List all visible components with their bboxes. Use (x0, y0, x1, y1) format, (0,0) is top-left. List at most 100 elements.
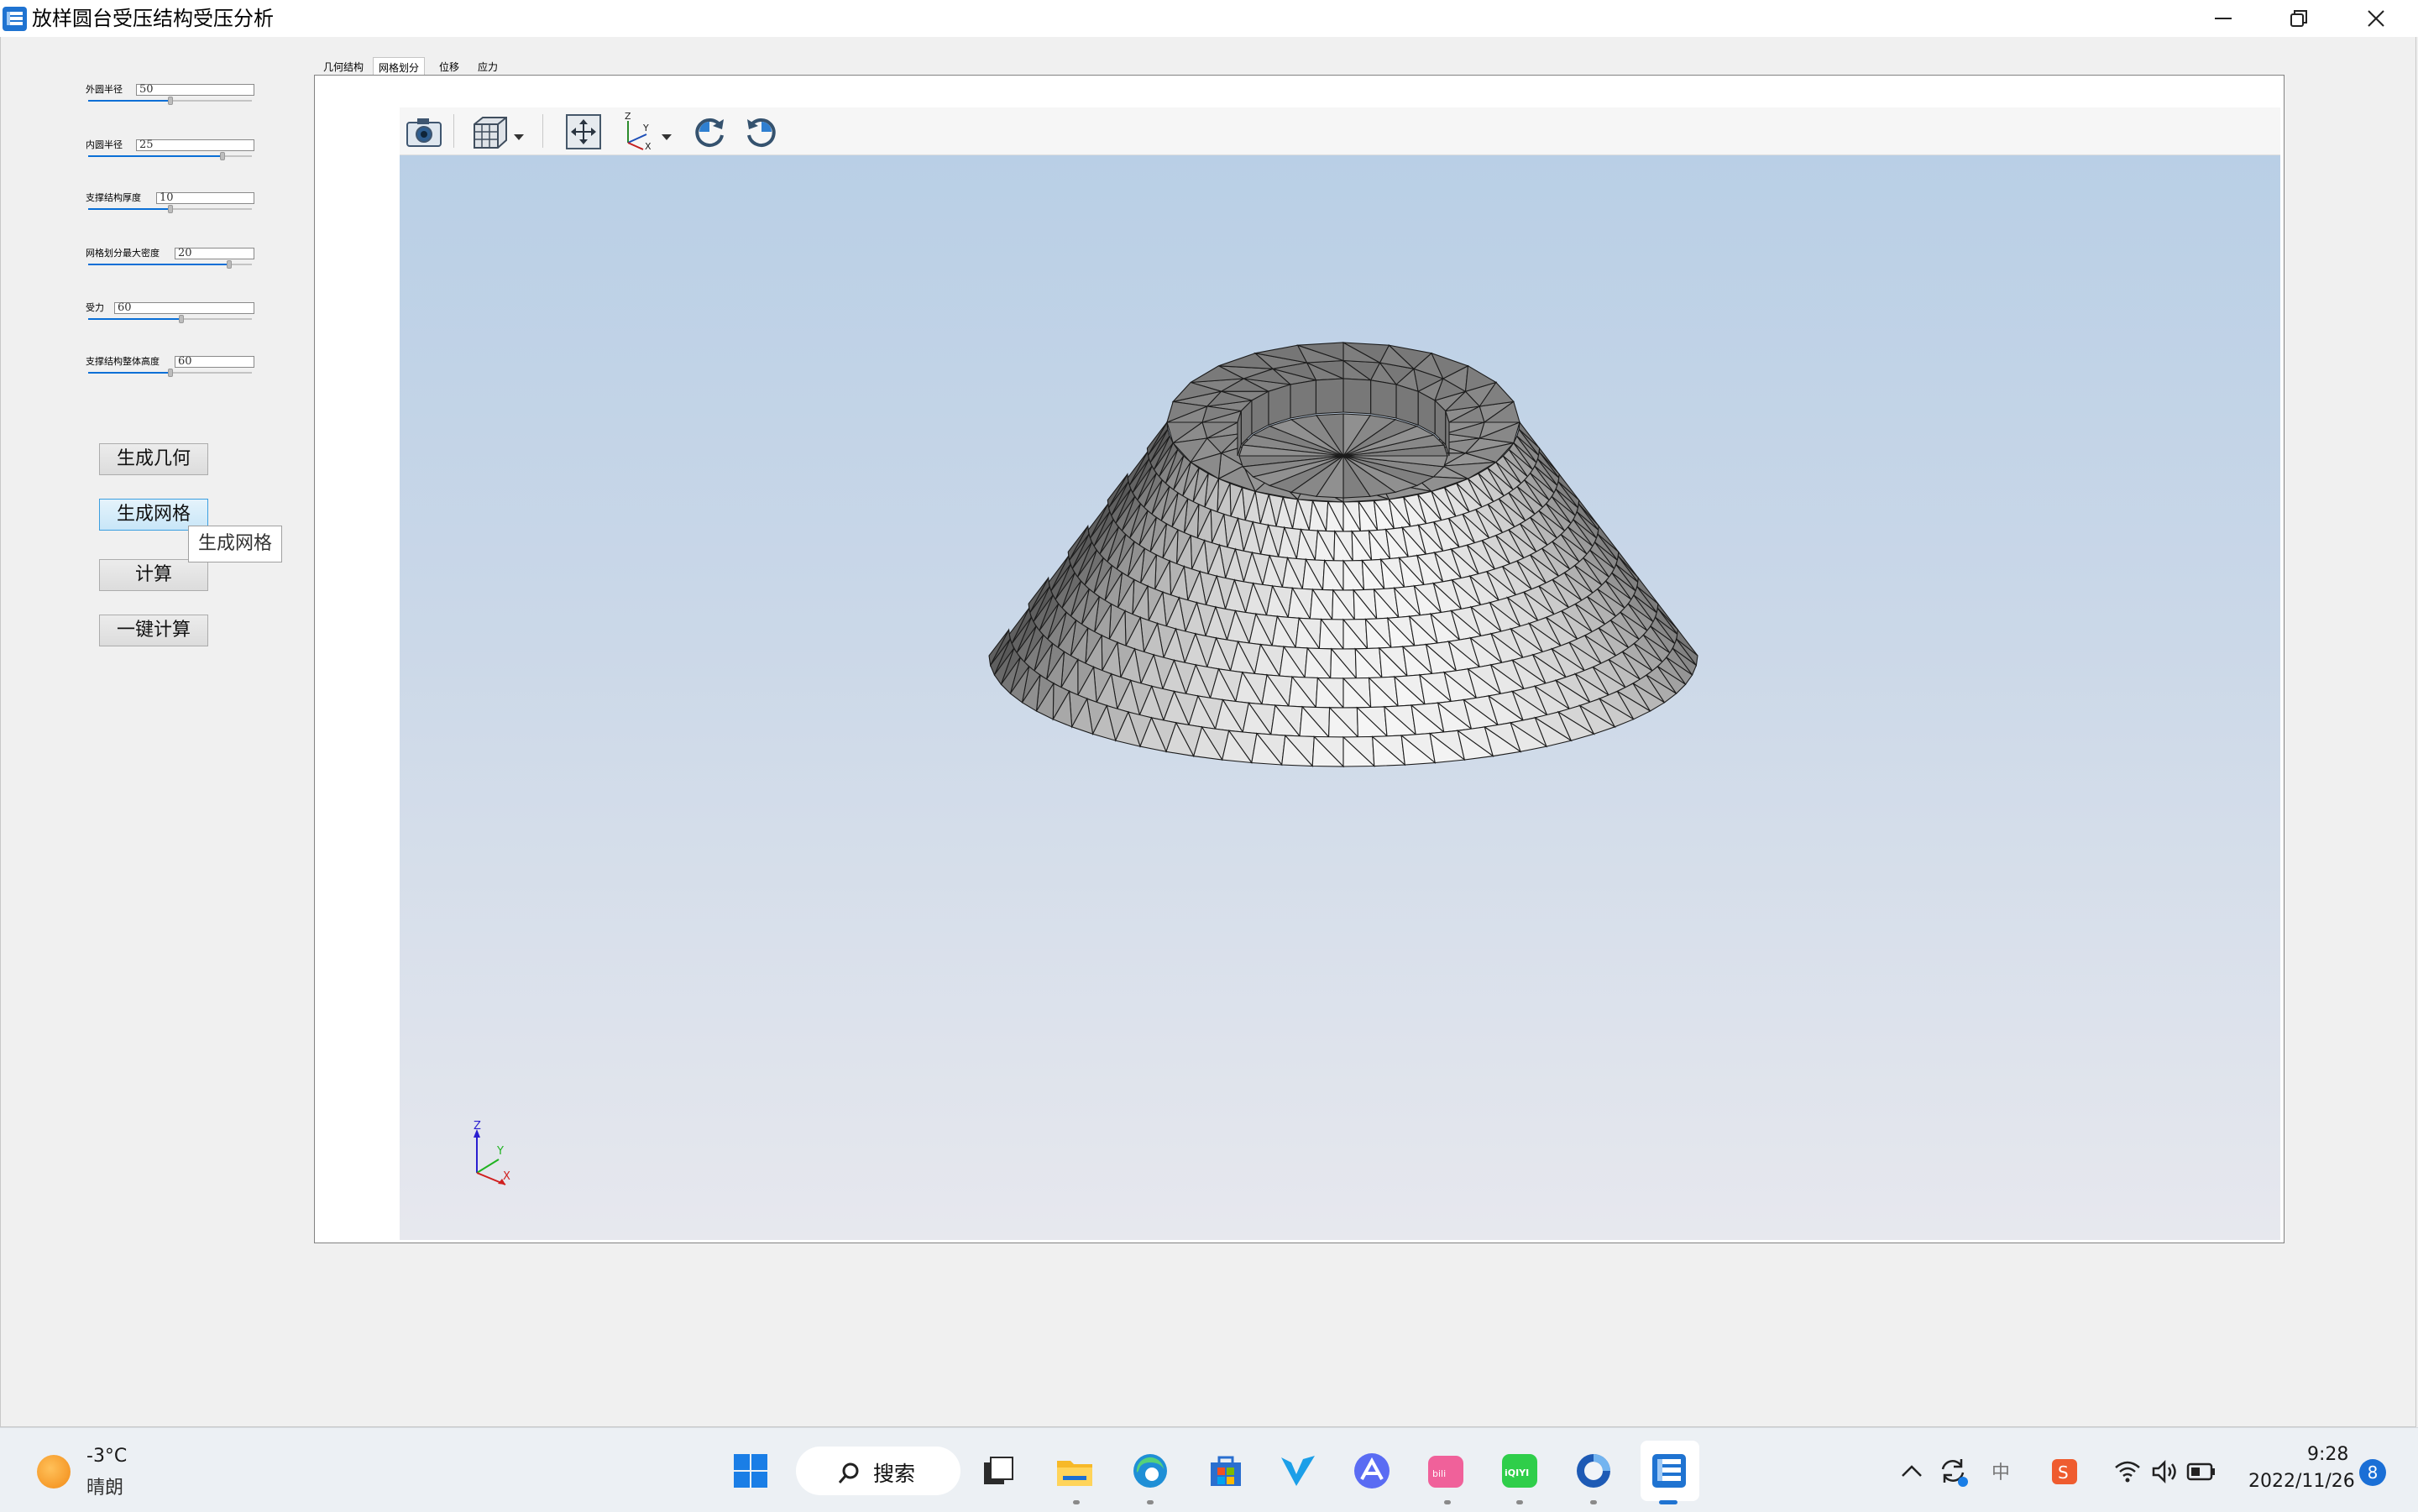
task-view-icon[interactable] (979, 1451, 1019, 1491)
tab-mesh[interactable]: 网格划分 (373, 57, 425, 76)
active-indicator (1659, 1500, 1677, 1504)
hole-wall (1268, 384, 1291, 426)
slider-fill (88, 208, 170, 210)
mesh-density-slider[interactable] (88, 260, 252, 269)
support-thickness-slider[interactable] (88, 205, 252, 213)
rotate-cw-icon (695, 118, 724, 147)
hole-wall (1342, 378, 1372, 415)
chevron-up-icon[interactable] (1899, 1459, 1924, 1484)
running-indicator (1444, 1500, 1451, 1504)
axis-triad: Z Y X (474, 1120, 510, 1185)
param-support-height: 支撑结构整体高度 60 (86, 356, 254, 381)
edge-browser-icon[interactable] (1130, 1451, 1170, 1491)
mesh-viewport[interactable]: Z Y X (400, 155, 2280, 1240)
close-icon (2368, 10, 2384, 27)
slider-thumb[interactable] (226, 260, 232, 269)
weather-sun-icon[interactable] (37, 1455, 71, 1488)
rotate-ccw-button[interactable] (742, 112, 781, 151)
svg-text:S: S (2058, 1462, 2069, 1483)
title-bar: 放样圆台受压结构受压分析 (0, 0, 2418, 37)
running-indicator (1073, 1500, 1080, 1504)
volume-icon[interactable] (2151, 1459, 2178, 1484)
param-label: 支撑结构整体高度 (86, 356, 160, 367)
view-cube-icon (474, 117, 507, 149)
view-toolbar: Z Y X (400, 107, 2280, 155)
close-button[interactable] (2339, 0, 2413, 37)
compute-button[interactable]: 计算 (99, 559, 208, 591)
view-cube-dropdown[interactable] (470, 112, 529, 151)
toolbar-separator (453, 114, 454, 148)
minimize-button[interactable] (2186, 0, 2260, 37)
slider-thumb[interactable] (167, 205, 173, 213)
slider-thumb[interactable] (219, 152, 225, 160)
support-height-input[interactable]: 60 (175, 356, 254, 368)
axis-z-label: Z (474, 1120, 481, 1133)
hole-wall (1315, 378, 1344, 415)
force-slider[interactable] (88, 315, 252, 323)
browser-app-icon[interactable] (1573, 1451, 1614, 1491)
slider-fill (88, 372, 170, 374)
outer-radius-input[interactable]: 50 (136, 84, 254, 96)
tooltip: 生成网格 (188, 526, 282, 562)
inner-radius-input[interactable]: 25 (136, 139, 254, 151)
clock-time[interactable]: 9:28 (2307, 1444, 2348, 1465)
battery-icon[interactable] (2186, 1461, 2216, 1483)
param-outer-radius: 外圆半径 50 (86, 84, 254, 109)
slider-thumb[interactable] (179, 315, 185, 323)
param-label: 支撑结构厚度 (86, 192, 141, 203)
ime-indicator[interactable]: 中 (1991, 1457, 2010, 1484)
tab-displacement[interactable]: 位移 (437, 57, 462, 76)
sogou-ime-icon[interactable]: S (2050, 1457, 2079, 1486)
iqiyi-icon[interactable]: iQIYI (1499, 1451, 1540, 1491)
search-icon (838, 1462, 859, 1483)
restore-button[interactable] (2262, 0, 2336, 37)
one-click-compute-button[interactable]: 一键计算 (99, 615, 208, 646)
running-indicator (1590, 1500, 1597, 1504)
bilibili-icon[interactable]: bili (1426, 1451, 1466, 1491)
notification-badge[interactable]: 8 (2359, 1459, 2386, 1486)
param-force: 受力 60 (86, 302, 254, 327)
outer-radius-slider[interactable] (88, 97, 252, 105)
chevron-down-icon (514, 134, 524, 140)
screenshot-button[interactable] (405, 112, 443, 151)
mesh-density-input[interactable]: 20 (175, 248, 254, 259)
file-explorer-icon[interactable] (1055, 1451, 1095, 1491)
tab-stress[interactable]: 应力 (475, 57, 500, 76)
fit-view-button[interactable] (564, 112, 603, 151)
inner-radius-slider[interactable] (88, 152, 252, 160)
axes-orientation-dropdown[interactable]: Z Y X (616, 111, 675, 152)
windows-start-icon[interactable] (730, 1451, 771, 1491)
mesh-model: Z Y X (474, 342, 1698, 1185)
wifi-icon[interactable] (2114, 1459, 2141, 1484)
slider-thumb[interactable] (167, 97, 173, 105)
running-indicator (1516, 1500, 1523, 1504)
chevron-down-icon (662, 134, 672, 140)
tab-geometry[interactable]: 几何结构 (319, 57, 368, 76)
slider-thumb[interactable] (167, 369, 173, 377)
generate-geometry-button[interactable]: 生成几何 (99, 443, 208, 475)
param-inner-radius: 内圆半径 25 (86, 139, 254, 165)
microsoft-store-icon[interactable] (1206, 1451, 1246, 1491)
arc-app-icon[interactable] (1352, 1451, 1392, 1491)
v-app-icon[interactable] (1278, 1451, 1318, 1491)
hole-wall (1395, 384, 1419, 426)
weather-description[interactable]: 晴朗 (86, 1473, 123, 1499)
param-label: 外圆半径 (86, 84, 123, 95)
svg-text:Z: Z (625, 112, 631, 122)
window-title: 放样圆台受压结构受压分析 (32, 7, 274, 30)
app-icon[interactable] (1649, 1451, 1689, 1491)
param-support-thickness: 支撑结构厚度 10 (86, 192, 254, 217)
svg-text:X: X (645, 141, 652, 151)
rotate-cw-button[interactable] (690, 112, 729, 151)
force-input[interactable]: 60 (114, 302, 254, 314)
hole-wall (1370, 379, 1397, 419)
search-label: 搜索 (873, 1462, 916, 1486)
weather-temperature[interactable]: -3°C (86, 1446, 127, 1467)
toolbar-separator (542, 114, 543, 148)
rotate-ccw-icon (747, 118, 776, 147)
support-height-slider[interactable] (88, 369, 252, 377)
clock-date[interactable]: 2022/11/26 (2248, 1471, 2355, 1492)
sync-icon[interactable] (1936, 1454, 1970, 1488)
support-thickness-input[interactable]: 10 (156, 192, 254, 204)
slider-fill (88, 100, 170, 102)
